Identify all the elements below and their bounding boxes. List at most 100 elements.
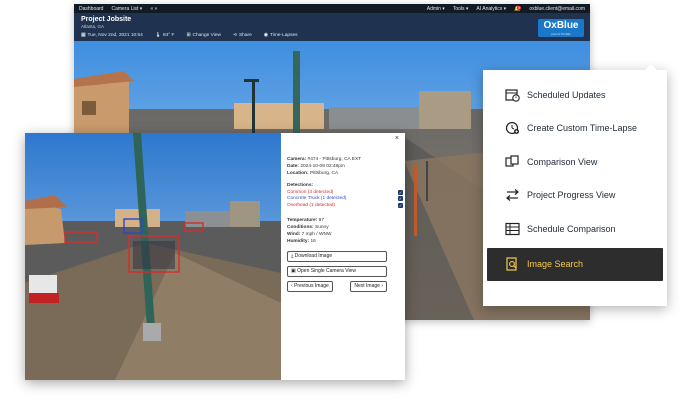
menu-item-label: Project Progress View bbox=[527, 190, 616, 201]
camera-toolbar: ▦ Tue, Nov 2nd, 2021 10:54 🌡 84° F ⊞ Change… bbox=[81, 33, 298, 38]
download-icon: ⤓ bbox=[291, 253, 294, 259]
date-label: Date: bbox=[287, 164, 299, 169]
checkbox[interactable]: ✓ bbox=[398, 202, 403, 208]
detection-info: × Camera: #474 - Pittsburg, CA EXT Date:… bbox=[287, 135, 403, 378]
conditions-value: Sunny bbox=[315, 224, 329, 230]
date-selector[interactable]: ▦ Tue, Nov 2nd, 2021 10:54 bbox=[81, 33, 143, 38]
nav-tools[interactable]: Tools ▾ bbox=[453, 6, 469, 12]
wind-value: 7 mph / WNW bbox=[301, 231, 332, 237]
change-view-label: Change View bbox=[192, 33, 221, 38]
logo-text: OxBlue bbox=[543, 20, 579, 31]
ai-tools-menu: Scheduled Updates Create Custom Time-Lap… bbox=[483, 64, 667, 306]
user-email[interactable]: oxblue.client@email.com bbox=[529, 6, 585, 12]
menu-item-label: Schedule Comparison bbox=[527, 223, 616, 234]
close-icon[interactable]: × bbox=[395, 135, 399, 142]
nav-admin[interactable]: Admin ▾ bbox=[427, 6, 445, 12]
project-title: Project Jobsite bbox=[81, 16, 132, 23]
clock-plus-icon bbox=[504, 121, 520, 135]
menu-item-schedule-comparison[interactable]: Schedule Comparison bbox=[487, 212, 663, 246]
conditions-label: Conditions: bbox=[287, 224, 314, 230]
nav-arrows[interactable]: « » bbox=[150, 6, 157, 12]
menu-item-label: Image Search bbox=[527, 259, 584, 270]
share-button[interactable]: ⋖ Share bbox=[233, 33, 252, 38]
timelapses-button[interactable]: ◉ Time-Lapses bbox=[264, 33, 298, 38]
detections-heading: Detections: bbox=[287, 183, 314, 188]
detection-label: Overhead (1 detected) bbox=[287, 202, 335, 208]
notification-bell[interactable]: 🔔9 bbox=[514, 5, 522, 12]
menu-item-comparison-view[interactable]: Comparison View bbox=[487, 145, 663, 179]
menu-item-project-progress-view[interactable]: Project Progress View bbox=[487, 179, 663, 213]
open-single-label: Open Single Camera View bbox=[297, 268, 356, 274]
notification-badge: 9 bbox=[517, 5, 522, 10]
wind-label: Wind: bbox=[287, 231, 301, 237]
date-row: Date: 2024-10-08 02:48pm bbox=[287, 164, 403, 169]
camera-value: #474 - Pittsburg, CA EXT bbox=[307, 157, 362, 162]
weather-text: 84° F bbox=[162, 33, 175, 38]
menu-item-label: Comparison View bbox=[527, 156, 598, 167]
download-image-button[interactable]: ⤓ Download Image bbox=[287, 250, 387, 262]
weather-readout: 🌡 84° F bbox=[155, 33, 175, 38]
change-view-button[interactable]: ⊞ Change View bbox=[186, 33, 220, 38]
humidity-row: Humidity: 16 bbox=[287, 239, 403, 244]
image-search-icon bbox=[504, 257, 520, 271]
detection-item-common[interactable]: Common (3 detected) ✓ bbox=[287, 189, 403, 195]
gantt-icon bbox=[504, 222, 520, 236]
compare-icon bbox=[504, 155, 520, 169]
thermometer-icon: 🌡 bbox=[154, 33, 161, 38]
menu-item-scheduled-updates[interactable]: Scheduled Updates bbox=[487, 78, 663, 112]
conditions-row: Conditions: Sunny bbox=[287, 225, 403, 230]
timelapses-label: Time-Lapses bbox=[269, 33, 298, 38]
camera-row: Camera: #474 - Pittsburg, CA EXT bbox=[287, 157, 403, 162]
nav-camera-list[interactable]: Camera List ▾ bbox=[111, 6, 142, 12]
menu-item-image-search[interactable]: Image Search bbox=[487, 247, 663, 281]
checkbox[interactable]: ✓ bbox=[398, 189, 403, 195]
camera-label: Camera: bbox=[287, 157, 307, 162]
top-nav: Dashboard Camera List ▾ « » Admin ▾ Tool… bbox=[74, 4, 590, 13]
detection-label: Common (3 detected) bbox=[287, 189, 334, 195]
date-text: Tue, Nov 2nd, 2021 10:54 bbox=[87, 33, 143, 38]
project-header: Project Jobsite Atlanta, GA ▦ Tue, Nov 2n… bbox=[74, 13, 590, 41]
calendar-icon: ▦ bbox=[81, 33, 86, 38]
wind-row: Wind: 7 mph / WNW bbox=[287, 232, 403, 237]
detection-panel: × Camera: #474 - Pittsburg, CA EXT Date:… bbox=[25, 133, 405, 380]
chevron-left-icon: ‹ bbox=[291, 283, 293, 289]
project-location: Atlanta, GA bbox=[81, 24, 105, 29]
next-label: Next Image bbox=[354, 283, 380, 289]
location-value: Pittsburg, CA bbox=[309, 171, 339, 176]
checkbox[interactable]: ✓ bbox=[398, 196, 403, 201]
humidity-value: 16 bbox=[310, 238, 316, 244]
detection-label: Concrete Truck (1 detected) bbox=[287, 196, 347, 201]
calendar-clock-icon bbox=[504, 88, 520, 102]
logo-subtext: part of Trimble bbox=[551, 32, 571, 36]
camera-icon: ▣ bbox=[291, 268, 296, 274]
detections-list: Common (3 detected) ✓ Concrete Truck (1 … bbox=[287, 189, 403, 208]
play-circle-icon: ◉ bbox=[263, 33, 268, 38]
temperature-value: 97 bbox=[318, 217, 324, 223]
chevron-right-icon: › bbox=[381, 283, 383, 289]
oxblue-logo: OxBlue part of Trimble bbox=[538, 19, 584, 37]
temperature-label: Temperature: bbox=[287, 217, 318, 223]
view-icon: ⊞ bbox=[186, 33, 191, 38]
open-single-camera-button[interactable]: ▣ Open Single Camera View bbox=[287, 265, 387, 277]
pager: ‹ Previous Image Next Image › bbox=[287, 280, 387, 292]
nav-dashboard[interactable]: Dashboard bbox=[79, 6, 103, 12]
stage: Dashboard Camera List ▾ « » Admin ▾ Tool… bbox=[0, 0, 700, 400]
menu-item-label: Scheduled Updates bbox=[527, 89, 606, 100]
temperature-row: Temperature: 97 bbox=[287, 218, 403, 223]
detection-item-overhead[interactable]: Overhead (1 detected) ✓ bbox=[287, 202, 403, 208]
progress-arrows-icon bbox=[504, 188, 520, 202]
previous-label: Previous Image bbox=[294, 283, 329, 289]
location-label: Location: bbox=[287, 171, 309, 176]
menu-item-create-custom-timelapse[interactable]: Create Custom Time-Lapse bbox=[487, 112, 663, 146]
next-image-button[interactable]: Next Image › bbox=[350, 280, 387, 292]
detection-scene bbox=[25, 133, 281, 380]
share-icon: ⋖ bbox=[232, 33, 237, 38]
menu-item-label: Create Custom Time-Lapse bbox=[527, 123, 638, 134]
detection-image[interactable] bbox=[25, 133, 281, 380]
humidity-label: Humidity: bbox=[287, 238, 310, 244]
detection-item-concrete-truck[interactable]: Concrete Truck (1 detected) ✓ bbox=[287, 196, 403, 201]
download-label: Download Image bbox=[294, 253, 333, 259]
nav-ai-analytics[interactable]: AI Analytics ▾ bbox=[476, 6, 506, 12]
previous-image-button[interactable]: ‹ Previous Image bbox=[287, 280, 333, 292]
share-label: Share bbox=[238, 33, 252, 38]
